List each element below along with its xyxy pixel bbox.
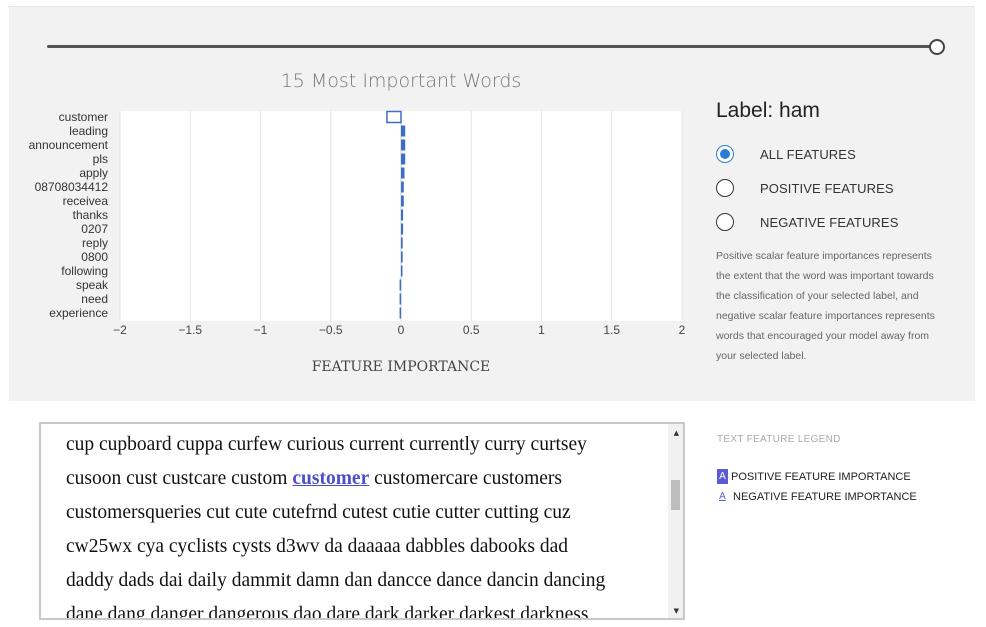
scroll-up-arrow-icon[interactable]: ▲	[674, 429, 679, 437]
radio-all-features[interactable]: ALL FEATURES	[716, 143, 856, 165]
x-tick-label: −1	[254, 323, 268, 337]
bar	[399, 279, 402, 291]
label-title: Label: ham	[716, 99, 820, 122]
scroll-thumb[interactable]	[671, 480, 680, 510]
x-tick-label: −0.5	[319, 323, 343, 337]
x-tick-label: 0.5	[463, 323, 480, 337]
text-segment: cusoon cust custcare custom	[66, 468, 293, 489]
text-line: cw25wx cya cyclists cysts d3wv da daaaaa…	[66, 530, 666, 564]
importance-description: Positive scalar feature importances repr…	[716, 250, 935, 362]
bar	[399, 307, 402, 319]
text-line: dane dang danger dangerous dao dare dark…	[66, 598, 666, 620]
scroll-down-arrow-icon[interactable]: ▼	[674, 607, 679, 615]
text-content: cup cupboard cuppa curfew curious curren…	[66, 428, 666, 620]
category-label: leading	[69, 124, 108, 138]
bar	[401, 251, 403, 263]
x-tick-label: 0	[398, 323, 405, 337]
bar	[399, 293, 402, 305]
bar	[386, 110, 402, 124]
x-tick-label: −2	[113, 323, 127, 337]
highlighted-word[interactable]: customer	[292, 468, 369, 489]
radio-label: POSITIVE FEATURES	[760, 180, 894, 196]
text-line: customersqueries cut cute cutefrnd cutes…	[66, 496, 666, 530]
legend-title: TEXT FEATURE LEGEND	[717, 434, 841, 445]
category-label: pls	[93, 152, 108, 166]
category-labels: customerleadingannouncementplsapply08708…	[29, 110, 109, 320]
text-viewer[interactable]: cup cupboard cuppa curfew curious curren…	[39, 422, 685, 620]
category-label: 0800	[81, 250, 108, 264]
bar	[401, 125, 406, 137]
x-tick-labels: −2 −1.5 −1 −0.5 0 0.5 1 1.5 2	[113, 323, 686, 337]
bar	[401, 139, 406, 151]
text-line: cup cupboard cuppa curfew curious curren…	[66, 428, 666, 462]
text-segment: cw25wx cya cyclists cysts d3wv da daaaaa…	[66, 536, 568, 557]
negative-swatch: A	[719, 491, 726, 502]
bar-chart: customerleadingannouncementplsapply08708…	[29, 110, 686, 337]
radio-negative-features[interactable]: NEGATIVE FEATURES	[716, 211, 898, 233]
bar	[401, 223, 404, 235]
legend-positive: A POSITIVE FEATURE IMPORTANCE	[717, 469, 911, 484]
category-label: 0207	[81, 222, 108, 236]
text-line: cusoon cust custcare custom customer cus…	[66, 462, 666, 496]
text-segment: cup cupboard cuppa curfew curious curren…	[66, 434, 587, 455]
legend-negative: A NEGATIVE FEATURE IMPORTANCE	[717, 489, 917, 504]
bar	[401, 209, 404, 221]
category-label: apply	[79, 166, 108, 180]
bar	[401, 181, 404, 193]
category-label: thanks	[73, 208, 108, 222]
negative-legend-label: NEGATIVE FEATURE IMPORTANCE	[733, 490, 917, 503]
text-segment: daddy dads dai daily dammit damn dan dan…	[66, 570, 606, 591]
category-label: need	[81, 292, 108, 306]
text-segment: dane dang danger dangerous dao dare dark…	[66, 604, 589, 620]
category-label: following	[61, 264, 108, 278]
positive-legend-label: POSITIVE FEATURE IMPORTANCE	[731, 470, 911, 483]
category-label: experience	[49, 306, 108, 320]
scrollbar[interactable]: ▲ ▼	[668, 424, 683, 618]
x-tick-label: 1.5	[603, 323, 620, 337]
text-segment: customercare customers	[369, 468, 563, 489]
category-label: receivea	[63, 194, 109, 208]
bar	[401, 153, 406, 165]
positive-swatch: A	[717, 469, 728, 484]
radio-button[interactable]	[716, 213, 734, 231]
category-label: reply	[82, 236, 108, 250]
category-label: customer	[59, 110, 108, 124]
text-line: daddy dads dai daily dammit damn dan dan…	[66, 564, 666, 598]
radio-label: ALL FEATURES	[760, 146, 856, 162]
bar	[401, 167, 405, 179]
radio-button[interactable]	[716, 179, 734, 197]
radio-positive-features[interactable]: POSITIVE FEATURES	[716, 177, 894, 199]
category-label: speak	[76, 278, 109, 292]
x-tick-label: 1	[538, 323, 545, 337]
x-axis-title: FEATURE IMPORTANCE	[311, 359, 491, 375]
bar	[401, 265, 403, 277]
slider-thumb[interactable]	[929, 39, 945, 55]
x-tick-label: −1.5	[178, 323, 202, 337]
text-segment: customersqueries cut cute cutefrnd cutes…	[66, 502, 571, 523]
category-label: announcement	[29, 138, 109, 152]
radio-label: NEGATIVE FEATURES	[760, 214, 899, 230]
bar	[401, 195, 404, 207]
bar	[401, 237, 403, 249]
x-tick-label: 2	[679, 323, 686, 337]
radio-dot	[720, 149, 730, 159]
radio-button-checked[interactable]	[716, 145, 734, 163]
category-label: 08708034412	[35, 180, 109, 194]
